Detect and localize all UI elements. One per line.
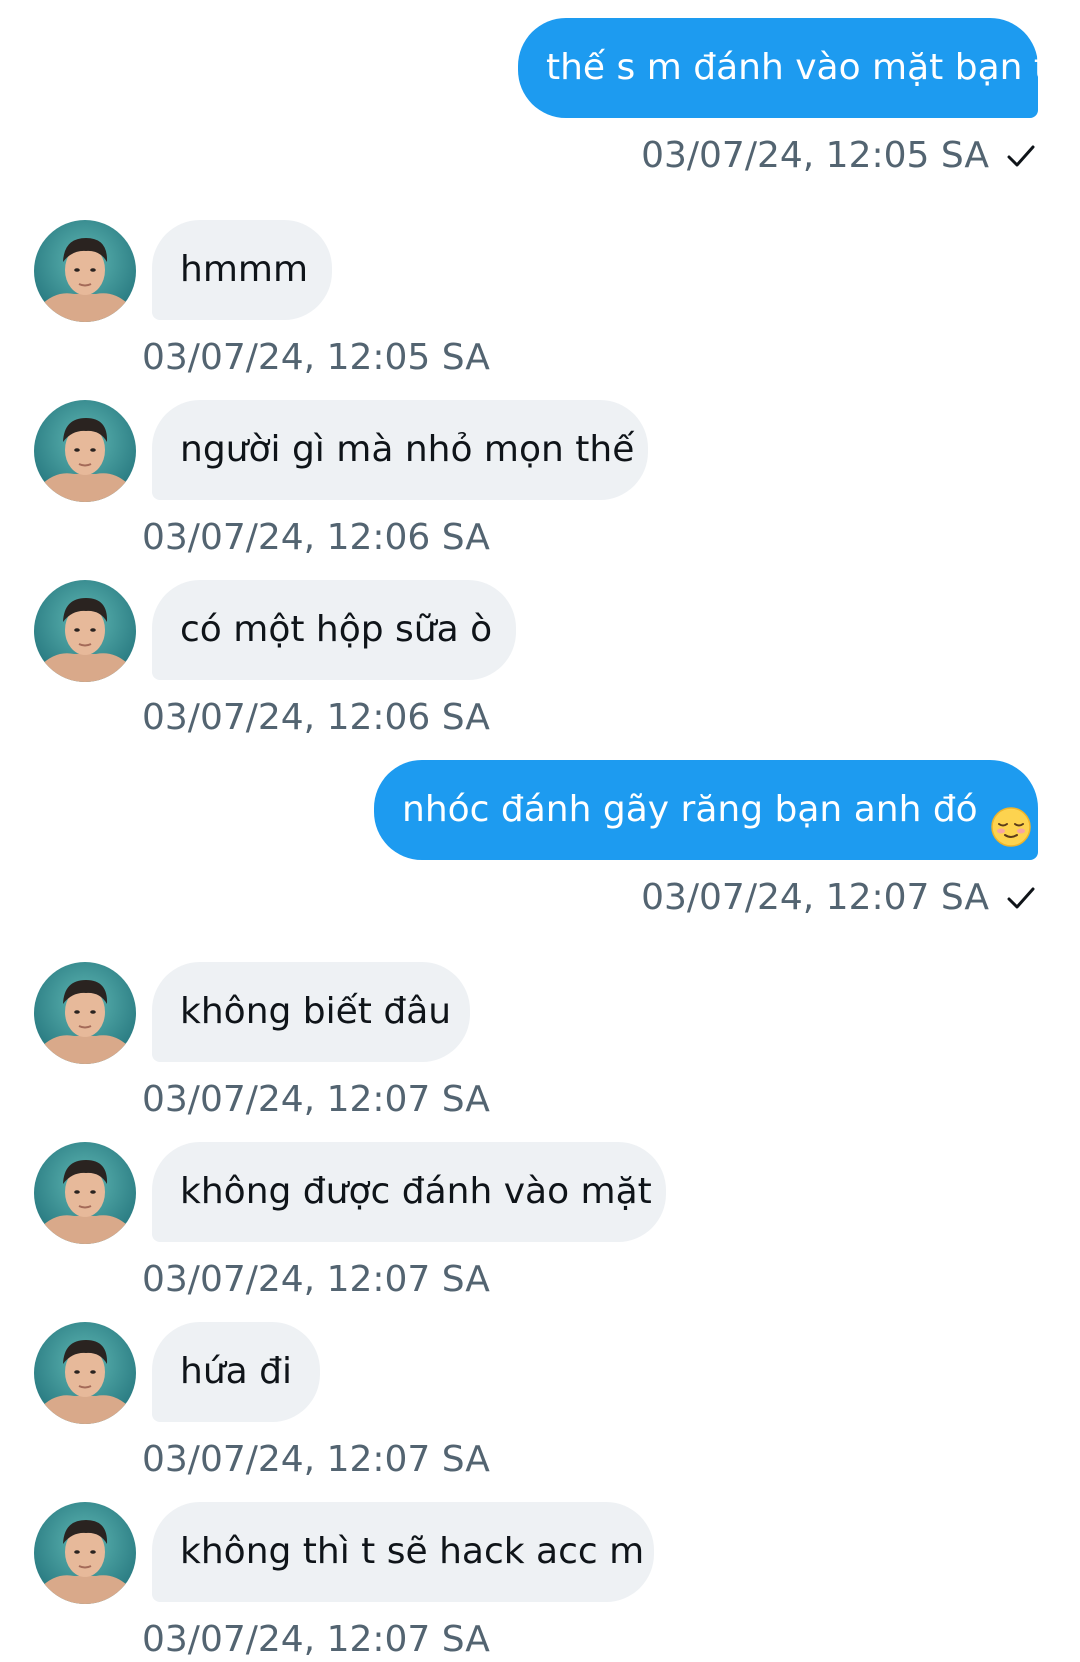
message-timestamp: 03/07/24, 12:06 SA (142, 697, 490, 738)
message-text: không biết đâu (180, 991, 452, 1032)
message-bubble[interactable]: không thì t sẽ hack acc m (152, 1502, 654, 1602)
message-bubble[interactable]: thế s m đánh vào mặt bạn t (518, 18, 1048, 118)
avatar[interactable] (34, 580, 136, 682)
relieved-face-emoji (990, 787, 1032, 847)
message-list: thế s m đánh vào mặt bạn t 03/07/24, 12:0… (0, 0, 1080, 1660)
message-timestamp: 03/07/24, 12:06 SA (142, 517, 490, 558)
message-timestamp: 03/07/24, 12:07 SA (641, 877, 989, 918)
message-text: có một hộp sữa ò (180, 609, 493, 650)
message-bubble[interactable]: hmmm (152, 220, 332, 320)
message-timestamp: 03/07/24, 12:05 SA (641, 135, 989, 176)
message-bubble[interactable]: có một hộp sữa ò (152, 580, 516, 680)
avatar[interactable] (34, 220, 136, 322)
message-timestamp: 03/07/24, 12:05 SA (142, 337, 490, 378)
message-text: hứa đi (180, 1351, 292, 1392)
message-bubble[interactable]: nhóc đánh gãy răng bạn anh đó (374, 760, 1038, 860)
message-text: hmmm (180, 249, 309, 290)
message-text: thế s m đánh vào mặt bạn t (546, 47, 1049, 88)
message-bubble[interactable]: người gì mà nhỏ mọn thế (152, 400, 648, 500)
message-timestamp: 03/07/24, 12:07 SA (142, 1619, 490, 1660)
message-bubble[interactable]: không biết đâu (152, 962, 470, 1062)
avatar[interactable] (34, 1142, 136, 1244)
message-bubble[interactable]: không được đánh vào mặt (152, 1142, 666, 1242)
message-timestamp: 03/07/24, 12:07 SA (142, 1439, 490, 1480)
avatar[interactable] (34, 962, 136, 1064)
check-icon (1004, 881, 1038, 915)
message-text: nhóc đánh gãy răng bạn anh đó (402, 789, 978, 830)
check-icon (1004, 139, 1038, 173)
avatar[interactable] (34, 400, 136, 502)
avatar[interactable] (34, 1502, 136, 1604)
message-timestamp: 03/07/24, 12:07 SA (142, 1259, 490, 1300)
message-bubble[interactable]: hứa đi (152, 1322, 320, 1422)
message-timestamp: 03/07/24, 12:07 SA (142, 1079, 490, 1120)
avatar[interactable] (34, 1322, 136, 1424)
message-text: không được đánh vào mặt (180, 1171, 652, 1212)
message-text: người gì mà nhỏ mọn thế (180, 429, 635, 470)
message-text: không thì t sẽ hack acc m (180, 1531, 645, 1572)
